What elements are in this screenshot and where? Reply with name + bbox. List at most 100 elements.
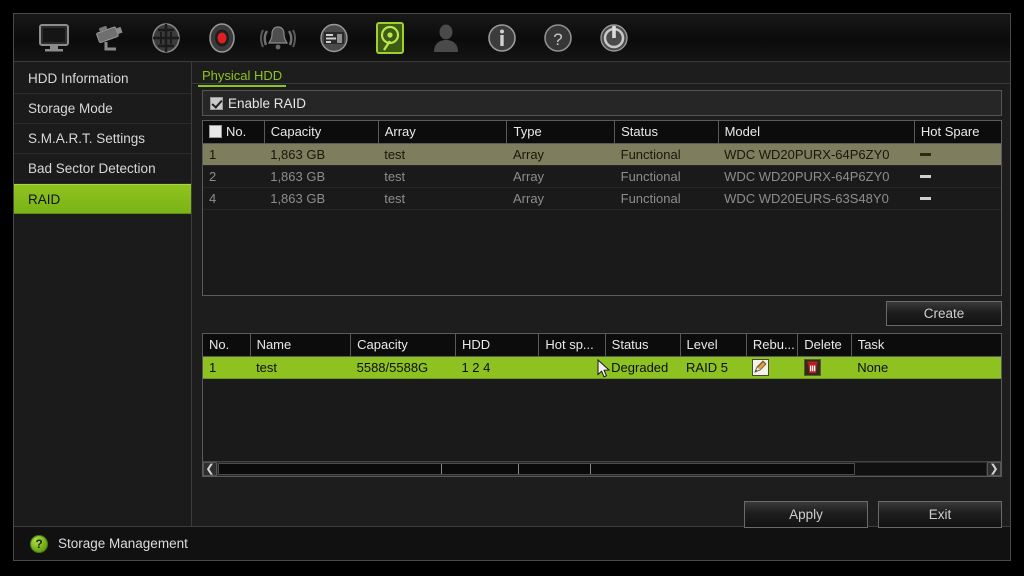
column-header-type[interactable]: Type [506, 121, 616, 144]
array-table: No. Name Capacity HDD Hot sp... Status L… [202, 333, 1002, 461]
sidebar-item-label: Bad Sector Detection [28, 161, 156, 176]
cell-rebuild[interactable] [746, 356, 798, 379]
physical-hdd-table: No. Capacity Array Type Status Model Hot… [202, 120, 1002, 296]
enable-raid-row: Enable RAID [202, 90, 1002, 116]
info-icon[interactable] [474, 17, 530, 59]
cell-capacity: 1,863 GB [264, 187, 379, 210]
status-bar: ? Storage Management [14, 526, 1010, 560]
user-icon[interactable] [418, 17, 474, 59]
record-icon[interactable] [194, 17, 250, 59]
sidebar-item-storage-mode[interactable]: Storage Mode [14, 94, 191, 124]
cell-no: 2 [203, 165, 265, 188]
dash-glyph [920, 196, 932, 200]
power-icon[interactable] [586, 17, 642, 59]
sidebar-item-label: S.M.A.R.T. Settings [28, 131, 146, 146]
help-icon[interactable]: ? [530, 17, 586, 59]
cell-status: Functional [614, 187, 719, 210]
create-button-row: Create [202, 301, 1002, 326]
column-header-level[interactable]: Level [680, 334, 747, 357]
cell-type: Array [506, 165, 615, 188]
exit-button[interactable]: Exit [878, 501, 1002, 528]
footer-button-row: Apply Exit [202, 501, 1002, 528]
column-header-hot-spare[interactable]: Hot Spare [914, 121, 1001, 144]
cell-no: 4 [203, 187, 265, 210]
sidebar-item-bad-sector-detection[interactable]: Bad Sector Detection [14, 154, 191, 184]
camera-icon[interactable] [82, 17, 138, 59]
cell-array: test [378, 143, 507, 166]
content-panel: Physical HDD Enable RAID No. Capacity Ar… [192, 62, 1010, 528]
cell-status: Functional [614, 143, 719, 166]
main-window: ? HDD Information Storage Mode S.M.A.R.T… [13, 13, 1011, 561]
network-globe-icon[interactable] [138, 17, 194, 59]
cell-capacity: 1,863 GB [264, 165, 379, 188]
scrollbar-thumb[interactable] [218, 463, 856, 475]
sidebar-item-smart-settings[interactable]: S.M.A.R.T. Settings [14, 124, 191, 154]
scroll-left-arrow-icon[interactable]: ❮ [203, 462, 217, 476]
table-header-row: No. Name Capacity HDD Hot sp... Status L… [203, 334, 1001, 357]
system-config-icon[interactable] [306, 17, 362, 59]
status-bar-text: Storage Management [58, 536, 188, 551]
column-header-capacity[interactable]: Capacity [264, 121, 379, 144]
select-all-checkbox[interactable] [209, 125, 222, 139]
column-header-array[interactable]: Array [378, 121, 508, 144]
trash-icon[interactable] [803, 358, 821, 376]
cell-hot-spare [914, 187, 1001, 210]
column-header-task[interactable]: Task [851, 334, 1001, 357]
alarm-bell-icon[interactable] [250, 17, 306, 59]
apply-button[interactable]: Apply [744, 501, 868, 528]
sidebar-item-label: Storage Mode [28, 101, 113, 116]
column-header-delete[interactable]: Delete [797, 334, 852, 357]
scrollbar-track[interactable] [218, 463, 986, 475]
monitor-icon[interactable] [26, 17, 82, 59]
cell-task: None [851, 356, 1001, 379]
horizontal-scrollbar[interactable]: ❮ ❯ [202, 461, 1002, 477]
screen-root: ? HDD Information Storage Mode S.M.A.R.T… [0, 0, 1024, 576]
column-header-hdd[interactable]: HDD [455, 334, 540, 357]
table-row[interactable]: 2 1,863 GB test Array Functional WDC WD2… [203, 165, 1001, 188]
column-header-name[interactable]: Name [250, 334, 352, 357]
cell-delete[interactable] [797, 356, 852, 379]
column-header-rebuild[interactable]: Rebu... [746, 334, 799, 357]
cell-no: 1 [203, 143, 265, 166]
cell-array: test [378, 165, 507, 188]
cell-no: 1 [203, 356, 251, 379]
sidebar-item-label: HDD Information [28, 71, 129, 86]
hdd-icon[interactable] [362, 17, 418, 59]
sidebar-item-raid[interactable]: RAID [14, 184, 191, 214]
table-row[interactable]: 4 1,863 GB test Array Functional WDC WD2… [203, 187, 1001, 210]
column-header-no[interactable]: No. [203, 121, 265, 144]
cell-capacity: 5588/5588G [350, 356, 456, 379]
create-button[interactable]: Create [886, 301, 1002, 326]
cell-name: test [250, 356, 351, 379]
cell-hot-spare [538, 356, 606, 379]
column-header-status[interactable]: Status [614, 121, 719, 144]
cell-array: test [378, 187, 507, 210]
sidebar-menu: HDD Information Storage Mode S.M.A.R.T. … [14, 62, 192, 526]
table-header-row: No. Capacity Array Type Status Model Hot… [203, 121, 1001, 144]
edit-pencil-icon[interactable] [752, 358, 770, 376]
cell-level: RAID 5 [680, 356, 747, 379]
tab-physical-hdd[interactable]: Physical HDD [198, 68, 287, 87]
enable-raid-checkbox[interactable] [210, 96, 223, 110]
array-grid: No. Name Capacity HDD Hot sp... Status L… [203, 334, 1001, 379]
cell-hdd: 1 2 4 [455, 356, 539, 379]
cell-model: WDC WD20PURX-64P6ZY0 [718, 143, 915, 166]
column-header-model[interactable]: Model [718, 121, 915, 144]
column-header-capacity[interactable]: Capacity [350, 334, 456, 357]
main-toolbar: ? [14, 14, 1010, 62]
help-circle-icon[interactable]: ? [30, 534, 48, 553]
tab-bar: Physical HDD [192, 62, 1010, 87]
table-row[interactable]: 1 test 5588/5588G 1 2 4 Degraded RAID 5 [203, 356, 1001, 379]
svg-text:?: ? [553, 30, 562, 49]
column-header-status[interactable]: Status [605, 334, 681, 357]
cell-capacity: 1,863 GB [264, 143, 379, 166]
scroll-right-arrow-icon[interactable]: ❯ [987, 462, 1001, 476]
column-header-hot-spare[interactable]: Hot sp... [538, 334, 606, 357]
sidebar-item-hdd-information[interactable]: HDD Information [14, 64, 191, 94]
dash-glyph [920, 152, 932, 156]
physical-hdd-grid: No. Capacity Array Type Status Model Hot… [203, 121, 1001, 210]
column-header-no[interactable]: No. [203, 334, 251, 357]
cell-type: Array [506, 143, 615, 166]
table-row[interactable]: 1 1,863 GB test Array Functional WDC WD2… [203, 143, 1001, 166]
column-header-label: No. [226, 124, 247, 140]
